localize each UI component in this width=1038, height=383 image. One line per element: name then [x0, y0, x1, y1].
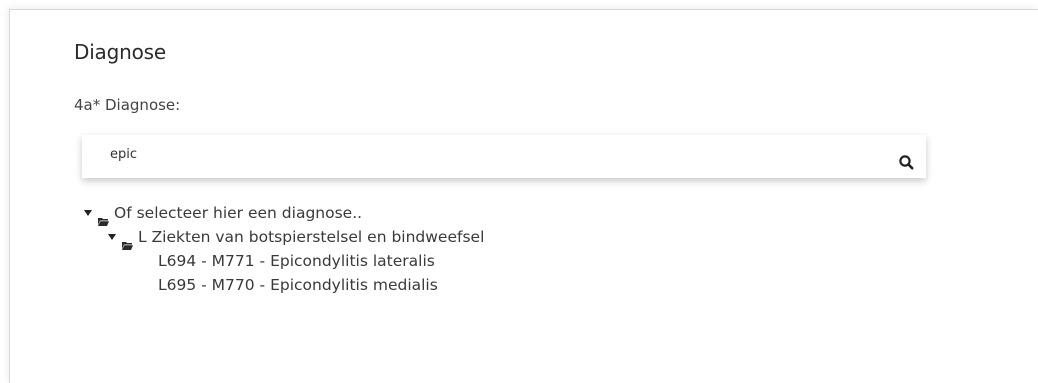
tree-node-root-label: Of selecteer hier een diagnose..: [114, 204, 363, 222]
tree-node-group[interactable]: L Ziekten van botspierstelsel en bindwee…: [84, 225, 485, 250]
tree-node-root[interactable]: Of selecteer hier een diagnose..: [84, 201, 484, 226]
tree-leaf-label: L695 - M770 - Epicondylitis medialis: [158, 276, 438, 294]
folder-open-icon: [122, 233, 133, 250]
tree-leaf-item[interactable]: L694 - M771 - Epicondylitis lateralis: [84, 249, 484, 273]
diagnosis-search-input[interactable]: [82, 135, 882, 175]
diagnosis-search-box: [82, 135, 926, 178]
diagnosis-field-label: 4a* Diagnose:: [74, 96, 181, 114]
tree-leaf-label: L694 - M771 - Epicondylitis lateralis: [158, 252, 435, 270]
caret-down-icon[interactable]: [84, 210, 92, 216]
tree-node-group-label: L Ziekten van botspierstelsel en bindwee…: [138, 228, 485, 246]
folder-open-icon: [98, 209, 109, 226]
diagnosis-panel: [9, 9, 1038, 383]
diagnosis-tree: Of selecteer hier een diagnose.. L Ziekt…: [84, 201, 484, 297]
section-title: Diagnose: [74, 40, 166, 64]
caret-down-icon[interactable]: [108, 234, 116, 240]
tree-leaf-item[interactable]: L695 - M770 - Epicondylitis medialis: [84, 273, 484, 297]
search-icon[interactable]: [898, 154, 916, 172]
